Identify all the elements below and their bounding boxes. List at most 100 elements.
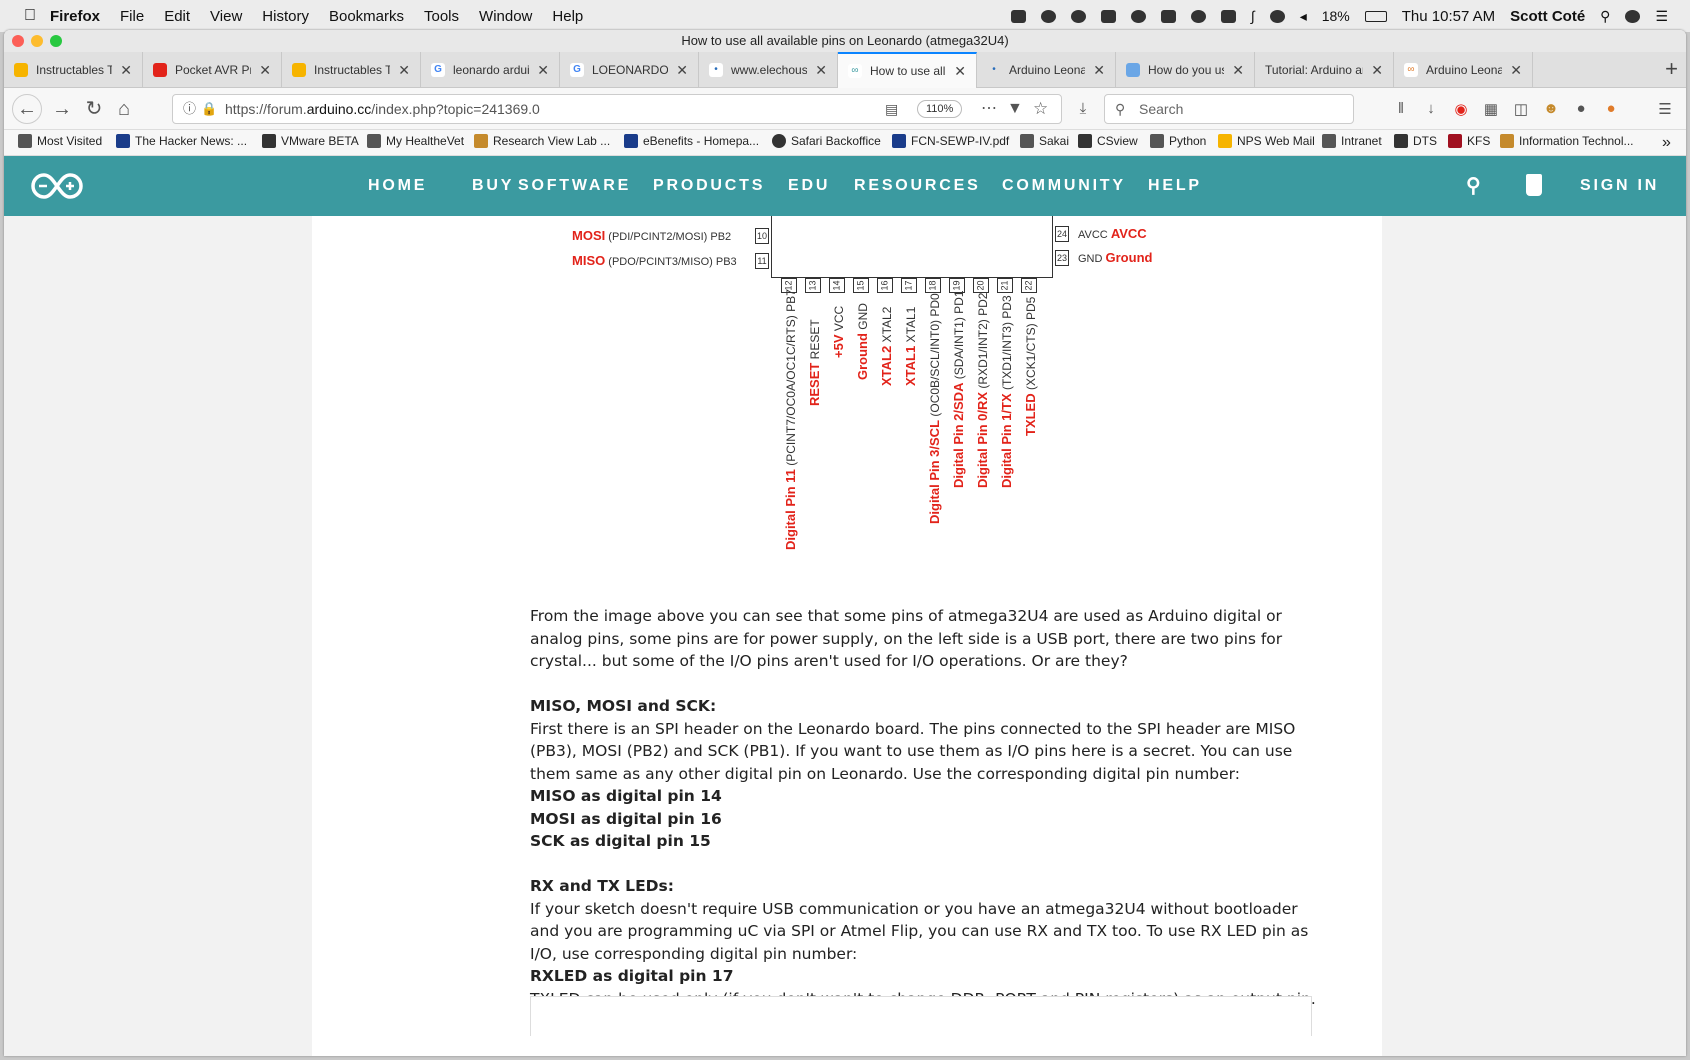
user-name[interactable]: Scott Coté bbox=[1510, 8, 1585, 25]
menu-file[interactable]: File bbox=[120, 8, 144, 25]
lock-icon[interactable]: 🔒 bbox=[201, 95, 217, 123]
bolt-icon[interactable] bbox=[1130, 9, 1146, 23]
bluetooth-icon[interactable]: ∫ bbox=[1251, 8, 1255, 24]
hamburger-menu-icon[interactable]: ☰ bbox=[1656, 100, 1674, 118]
bookmark-item[interactable]: Most Visited bbox=[18, 134, 102, 148]
globe-icon[interactable] bbox=[1040, 9, 1056, 23]
close-tab-icon[interactable]: ✕ bbox=[537, 62, 549, 79]
home-button[interactable]: ⌂ bbox=[110, 96, 138, 122]
tab-pocket-avr[interactable]: Pocket AVR Prog ✕ bbox=[143, 52, 282, 88]
code-block[interactable] bbox=[530, 996, 1312, 1036]
bookmark-item[interactable]: The Hacker News: ... bbox=[116, 134, 247, 148]
menu-history[interactable]: History bbox=[262, 8, 309, 25]
pocket-icon[interactable]: ▼ bbox=[1007, 95, 1023, 123]
close-tab-icon[interactable]: ✕ bbox=[1510, 62, 1522, 79]
more-bookmarks-chevron-icon[interactable]: » bbox=[1662, 134, 1671, 152]
menu-help[interactable]: Help bbox=[552, 8, 583, 25]
reader-view-icon[interactable]: ▤ bbox=[885, 95, 898, 123]
tab-google-loeonardo[interactable]: G LOEONARDO MC ✕ bbox=[560, 52, 699, 88]
tab-elechouse[interactable]: • www.elechouse.c ✕ bbox=[699, 52, 838, 88]
bookmark-item[interactable]: Sakai bbox=[1020, 134, 1069, 148]
monkey-icon[interactable]: ☻ bbox=[1542, 100, 1560, 118]
nav-edu[interactable]: EDU bbox=[788, 156, 830, 216]
memory-icon[interactable] bbox=[1220, 9, 1236, 23]
bookmark-item[interactable]: Research View Lab ... bbox=[474, 134, 610, 148]
spotlight-icon[interactable]: ⚲ bbox=[1600, 8, 1610, 25]
site-info-icon[interactable]: ⓘ bbox=[183, 95, 196, 123]
bookmark-item[interactable]: CSview bbox=[1078, 134, 1138, 148]
back-button[interactable]: ← bbox=[12, 94, 42, 124]
close-tab-icon[interactable]: ✕ bbox=[398, 62, 410, 79]
tab-how-to-use-all[interactable]: ∞ How to use all av ✕ bbox=[838, 52, 977, 88]
tab-tutorial-arduino[interactable]: Tutorial: Arduino and ✕ bbox=[1255, 52, 1394, 88]
menu-extra-icon[interactable] bbox=[1160, 9, 1176, 23]
wifi-icon[interactable] bbox=[1269, 9, 1285, 23]
nav-buy[interactable]: BUY bbox=[472, 156, 514, 216]
bookmark-item[interactable]: VMware BETA bbox=[262, 134, 359, 148]
close-tab-icon[interactable]: ✕ bbox=[676, 62, 688, 79]
bookmark-item[interactable]: Safari Backoffice bbox=[772, 134, 881, 148]
sidebar-icon[interactable]: ◫ bbox=[1512, 100, 1530, 118]
docker-icon[interactable] bbox=[1100, 9, 1116, 23]
bookmark-star-icon[interactable]: ☆ bbox=[1033, 95, 1048, 123]
bookmark-item[interactable]: My HealtheVet bbox=[367, 134, 464, 148]
battery-icon[interactable] bbox=[1364, 10, 1387, 22]
page-actions-icon[interactable]: ⋯ bbox=[981, 95, 997, 123]
bookmark-item[interactable]: eBenefits - Homepa... bbox=[624, 134, 759, 148]
nav-help[interactable]: HELP bbox=[1148, 156, 1202, 216]
menu-edit[interactable]: Edit bbox=[164, 8, 190, 25]
nav-resources[interactable]: RESOURCES bbox=[854, 156, 981, 216]
zoom-level[interactable]: 110% bbox=[917, 100, 963, 118]
nav-products[interactable]: PRODUCTS bbox=[653, 156, 765, 216]
nav-sign-in[interactable]: SIGN IN bbox=[1580, 156, 1659, 216]
time-machine-icon[interactable] bbox=[1190, 9, 1206, 23]
extension-icon[interactable]: ▦ bbox=[1482, 100, 1500, 118]
battery-percent[interactable]: 18% bbox=[1322, 8, 1350, 24]
notification-center-icon[interactable]: ☰ bbox=[1655, 8, 1668, 25]
url-text[interactable]: https://forum.arduino.cc/index.php?topic… bbox=[225, 95, 540, 123]
forward-button[interactable]: → bbox=[48, 96, 76, 122]
bookmark-item[interactable]: Python bbox=[1150, 134, 1206, 148]
close-tab-icon[interactable]: ✕ bbox=[1371, 62, 1383, 79]
menu-tools[interactable]: Tools bbox=[424, 8, 459, 25]
bookmark-item[interactable]: Intranet bbox=[1322, 134, 1382, 148]
nav-software[interactable]: SOFTWARE bbox=[518, 156, 631, 216]
library-icon[interactable]: ‖ bbox=[1392, 100, 1410, 118]
tab-arduino-leonardo-2[interactable]: ∞ Arduino Leonardo ✕ bbox=[1394, 52, 1533, 88]
tab-instructables-1[interactable]: Instructables Top ✕ bbox=[4, 52, 143, 88]
tab-instructables-2[interactable]: Instructables Top ✕ bbox=[282, 52, 421, 88]
app-menu[interactable]: Firefox bbox=[50, 8, 100, 25]
close-tab-icon[interactable]: ✕ bbox=[1093, 62, 1105, 79]
new-tab-button[interactable]: + bbox=[1665, 52, 1678, 88]
bookmark-item[interactable]: NPS Web Mail bbox=[1218, 134, 1315, 148]
minimize-window-button[interactable] bbox=[31, 35, 43, 47]
cloud-icon[interactable] bbox=[1070, 9, 1086, 23]
shopping-bag-icon[interactable] bbox=[1526, 174, 1542, 196]
tab-how-do-you-use[interactable]: How do you use ✕ bbox=[1116, 52, 1255, 88]
bookmark-item[interactable]: KFS bbox=[1448, 134, 1490, 148]
arduino-logo-icon[interactable] bbox=[30, 171, 84, 201]
firefox-account-icon[interactable]: ● bbox=[1602, 100, 1620, 118]
menu-view[interactable]: View bbox=[210, 8, 242, 25]
nav-home[interactable]: HOME bbox=[368, 156, 427, 216]
tab-google-leonardo[interactable]: Gleonardo arduino ✕ bbox=[421, 52, 560, 88]
bookmark-item[interactable]: Information Technol... bbox=[1500, 134, 1634, 148]
zoom-window-button[interactable] bbox=[50, 35, 62, 47]
clock[interactable]: Thu 10:57 AM bbox=[1402, 8, 1495, 25]
menu-window[interactable]: Window bbox=[479, 8, 532, 25]
bookmark-item[interactable]: DTS bbox=[1394, 134, 1437, 148]
search-bar[interactable]: ⚲ Search bbox=[1104, 94, 1354, 124]
extension-badge-icon[interactable]: ◉ bbox=[1452, 100, 1470, 118]
url-bar[interactable]: ⓘ 🔒 https://forum.arduino.cc/index.php?t… bbox=[172, 94, 1062, 124]
bookmark-item[interactable]: FCN-SEWP-IV.pdf bbox=[892, 134, 1009, 148]
download-icon[interactable]: ⤓ bbox=[1074, 100, 1092, 118]
close-tab-icon[interactable]: ✕ bbox=[1232, 62, 1244, 79]
dropbox-icon[interactable] bbox=[1010, 9, 1026, 23]
color-extension-icon[interactable]: ● bbox=[1572, 100, 1590, 118]
downloads-arrow-icon[interactable]: ↓ bbox=[1422, 100, 1440, 118]
close-tab-icon[interactable]: ✕ bbox=[120, 62, 132, 79]
close-window-button[interactable] bbox=[12, 35, 24, 47]
tab-arduino-leonardo-1[interactable]: • Arduino Leonardo ✕ bbox=[977, 52, 1116, 88]
search-icon[interactable]: ⚲ bbox=[1466, 156, 1481, 216]
volume-icon[interactable]: ◂ bbox=[1300, 8, 1307, 25]
